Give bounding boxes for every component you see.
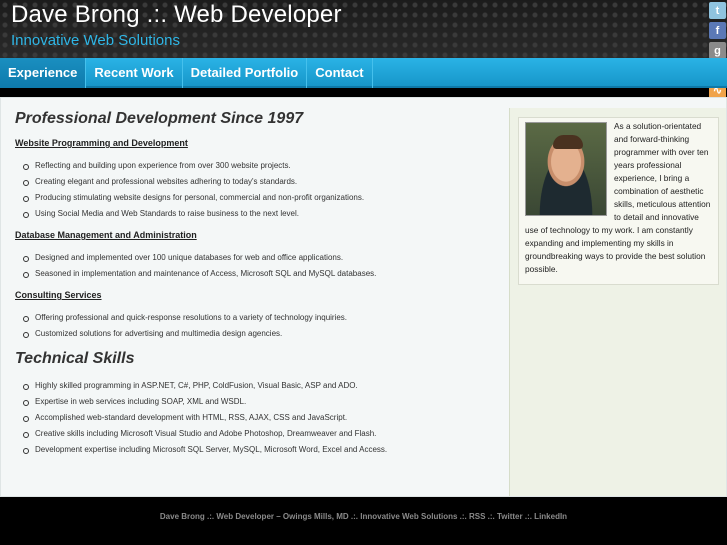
page-content: Professional Development Since 1997 Webs… [0, 97, 727, 497]
google-icon[interactable]: g [709, 42, 726, 59]
list-item: Using Social Media and Web Standards to … [15, 206, 500, 222]
list-item: Highly skilled programming in ASP.NET, C… [15, 378, 500, 394]
list-item: Accomplished web-standard development wi… [15, 410, 500, 426]
site-tagline: Innovative Web Solutions [11, 32, 180, 49]
list-web-programming: Reflecting and building upon experience … [15, 158, 500, 222]
section-title-web-programming: Website Programming and Development [15, 138, 188, 148]
list-item: Offering professional and quick-response… [15, 310, 500, 326]
main-nav: Experience Recent Work Detailed Portfoli… [0, 58, 727, 88]
list-item: Producing stimulating website designs fo… [15, 190, 500, 206]
facebook-icon[interactable]: f [709, 22, 726, 39]
nav-experience[interactable]: Experience [0, 58, 87, 88]
nav-detailed-portfolio[interactable]: Detailed Portfolio [183, 58, 308, 88]
list-item: Development expertise including Microsof… [15, 442, 500, 458]
list-consulting: Offering professional and quick-response… [15, 310, 500, 342]
heading-technical-skills: Technical Skills [15, 350, 135, 367]
list-item: Designed and implemented over 100 unique… [15, 250, 500, 266]
nav-recent-work[interactable]: Recent Work [86, 58, 183, 88]
list-item: Customized solutions for advertising and… [15, 326, 500, 342]
footer[interactable]: Dave Brong .:. Web Developer – Owings Mi… [0, 505, 727, 529]
list-database: Designed and implemented over 100 unique… [15, 250, 500, 282]
bio-box: As a solution-orientated and forward-thi… [518, 117, 719, 285]
avatar-hair [553, 135, 583, 149]
list-technical-skills: Highly skilled programming in ASP.NET, C… [15, 378, 500, 458]
site-header: Dave Brong .:. Web Developer Innovative … [0, 0, 727, 58]
site-title[interactable]: Dave Brong .:. Web Developer [11, 1, 342, 29]
twitter-icon[interactable]: t [709, 2, 726, 19]
list-item: Seasoned in implementation and maintenan… [15, 266, 500, 282]
section-title-database: Database Management and Administration [15, 230, 197, 240]
list-item: Creative skills including Microsoft Visu… [15, 426, 500, 442]
nav-contact[interactable]: Contact [307, 58, 373, 88]
main-content: Professional Development Since 1997 Webs… [15, 110, 500, 466]
list-item: Creating elegant and professional websit… [15, 174, 500, 190]
avatar [525, 122, 607, 216]
list-item: Reflecting and building upon experience … [15, 158, 500, 174]
section-title-consulting: Consulting Services [15, 290, 102, 300]
heading-professional-development: Professional Development Since 1997 [15, 110, 304, 127]
sidebar: As a solution-orientated and forward-thi… [509, 108, 726, 496]
list-item: Expertise in web services including SOAP… [15, 394, 500, 410]
